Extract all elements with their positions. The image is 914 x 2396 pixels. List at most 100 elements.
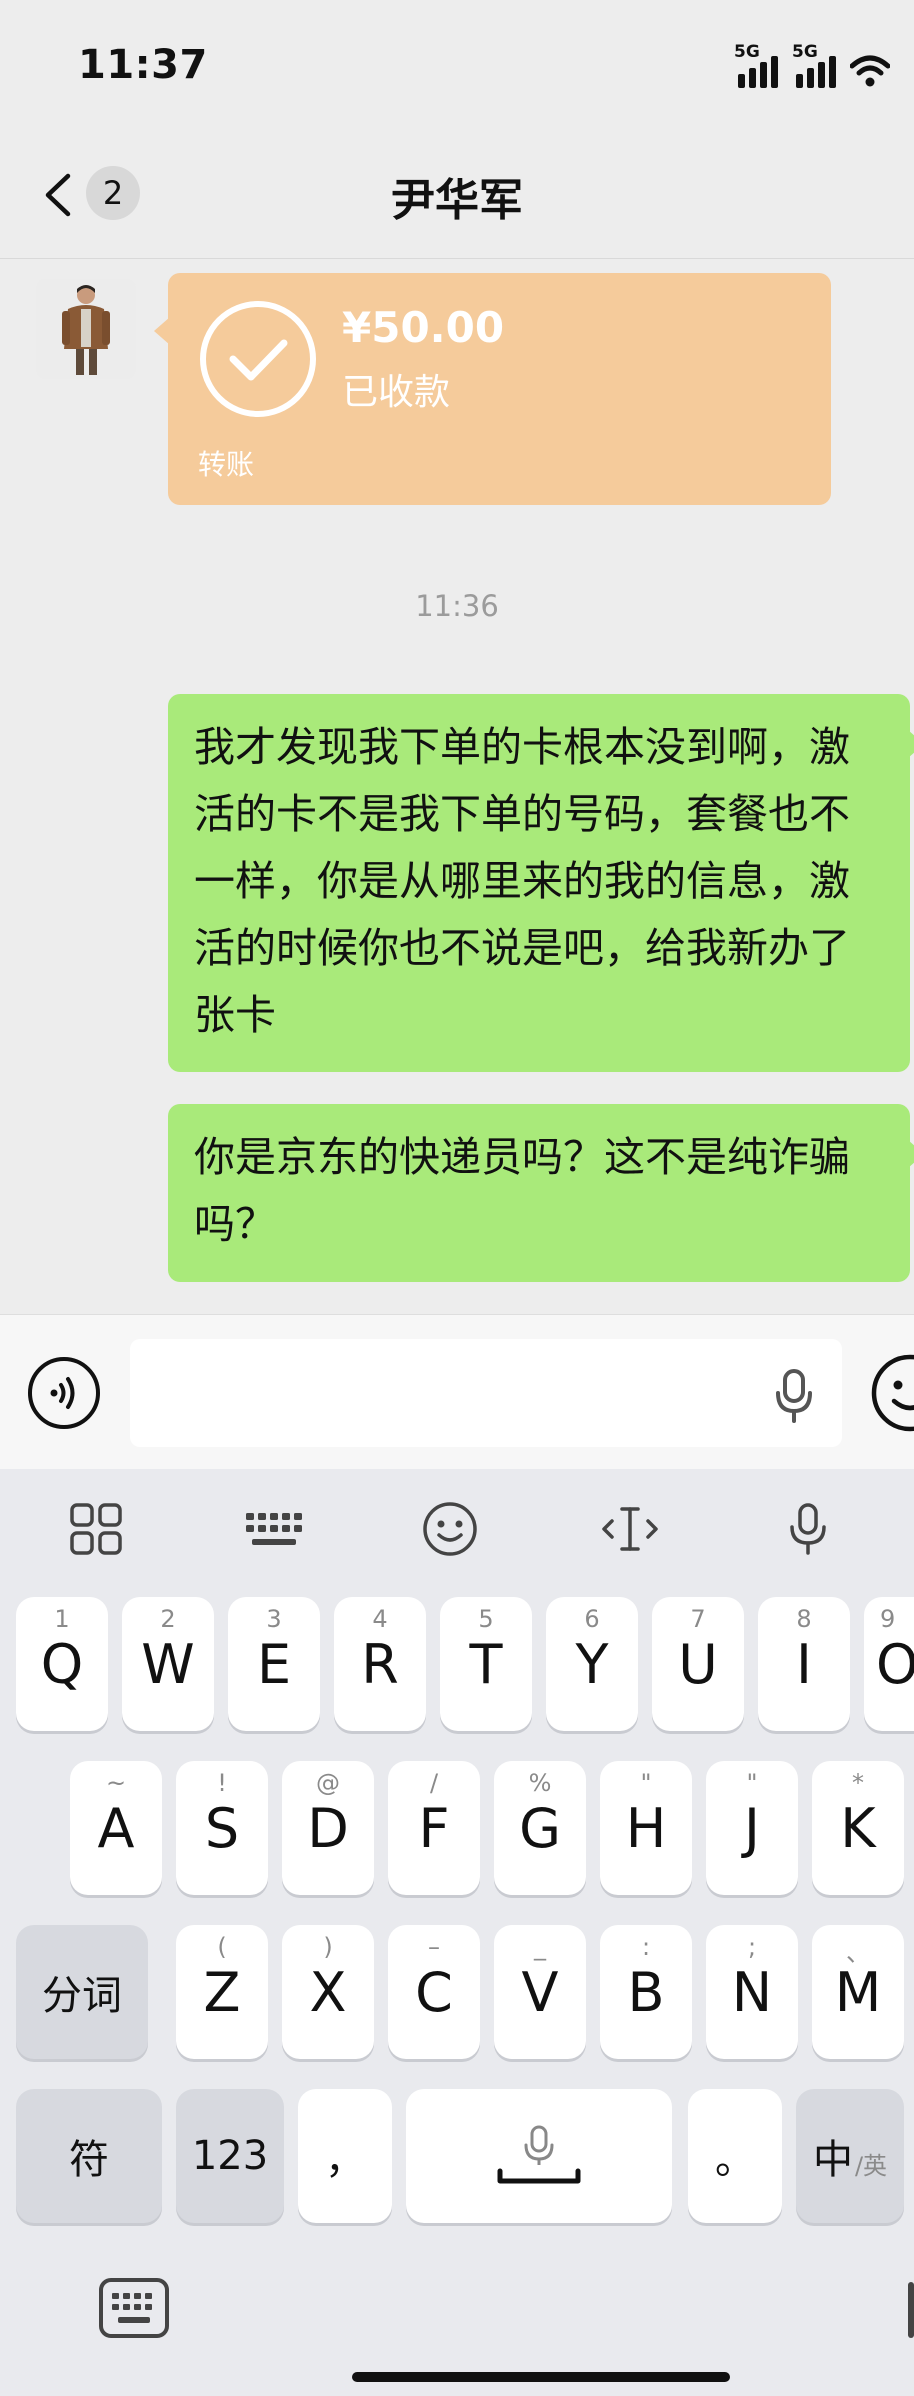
key-hint: _ xyxy=(534,1933,546,1961)
emoji-icon[interactable] xyxy=(868,1351,914,1435)
key-hint: ( xyxy=(217,1933,227,1961)
key-label: O xyxy=(876,1633,914,1696)
key-i[interactable]: 8 I xyxy=(758,1597,850,1731)
key-label: J xyxy=(744,1797,760,1860)
key-x[interactable]: ) X xyxy=(282,1925,374,2059)
key-label: W xyxy=(141,1633,195,1696)
key-label: I xyxy=(796,1633,812,1696)
key-y[interactable]: 6 Y xyxy=(546,1597,638,1731)
avatar-figure-icon xyxy=(36,279,136,379)
chat-title: 尹华军 xyxy=(391,175,523,226)
key-o[interactable]: 9 O xyxy=(864,1597,914,1731)
comma-key[interactable]: ， xyxy=(298,2089,392,2223)
keyboard-hide-icon[interactable] xyxy=(98,2277,170,2339)
key-t[interactable]: 5 T xyxy=(440,1597,532,1731)
space-bar-mic xyxy=(406,2089,672,2223)
sent-message-bubble[interactable]: 你是京东的快递员吗？这不是纯诈骗吗？ xyxy=(168,1104,914,1282)
key-n[interactable]: ; N xyxy=(706,1925,798,2059)
key-label: H xyxy=(625,1797,667,1860)
key-f[interactable]: / F xyxy=(388,1761,480,1895)
key-d[interactable]: @ D xyxy=(282,1761,374,1895)
transfer-amount: ¥50.00 xyxy=(342,303,505,352)
key-hint: * xyxy=(852,1769,864,1797)
key-label: F xyxy=(418,1797,450,1860)
mic-icon xyxy=(497,2125,581,2184)
key-label: Y xyxy=(575,1633,609,1696)
key-label: S xyxy=(204,1797,240,1860)
status-bar: 11:37 5G 5G xyxy=(0,0,914,130)
key-z[interactable]: ( Z xyxy=(176,1925,268,2059)
key-hint: " xyxy=(640,1769,652,1797)
transfer-status: 已收款 xyxy=(342,372,451,413)
key-a[interactable]: ~ A xyxy=(70,1761,162,1895)
message-input-bar xyxy=(0,1314,914,1470)
segment-key[interactable]: 分词 xyxy=(16,1925,148,2059)
keyboard-layout-icon[interactable] xyxy=(244,1499,304,1559)
key-label: U xyxy=(678,1633,718,1696)
key-label: N xyxy=(731,1961,773,2024)
key-label: A xyxy=(97,1797,135,1860)
key-hint: ~ xyxy=(105,1769,127,1797)
space-key[interactable] xyxy=(406,2089,672,2223)
key-label: C xyxy=(415,1961,453,2024)
status-icons: 5G 5G xyxy=(734,42,914,88)
transfer-card[interactable]: ¥50.00 已收款 转账 xyxy=(154,273,831,505)
key-label: T xyxy=(469,1633,503,1696)
contact-avatar[interactable] xyxy=(36,279,136,379)
sent-message-bubble[interactable]: 我才发现我下单的卡根本没到啊，激活的卡不是我下单的号码，套餐也不一样，你是从哪里… xyxy=(168,694,914,1072)
key-label: E xyxy=(256,1633,292,1696)
signal-bars-icon: 5G xyxy=(734,42,778,88)
language-switch-key[interactable]: 中 /英 xyxy=(796,2089,904,2223)
key-hint: – xyxy=(428,1933,440,1961)
key-hint: 1 xyxy=(54,1605,70,1633)
key-w[interactable]: 2 W xyxy=(122,1597,214,1731)
key-u[interactable]: 7 U xyxy=(652,1597,744,1731)
key-k[interactable]: * K xyxy=(812,1761,904,1895)
key-e[interactable]: 3 E xyxy=(228,1597,320,1731)
key-hint: 2 xyxy=(160,1605,176,1633)
key-hint: 4 xyxy=(372,1605,388,1633)
numbers-key[interactable]: 123 xyxy=(176,2089,284,2223)
home-indicator[interactable] xyxy=(352,2372,730,2382)
symbol-key[interactable]: 符 xyxy=(16,2089,162,2223)
key-h[interactable]: " H xyxy=(600,1761,692,1895)
key-m[interactable]: 、 M xyxy=(812,1925,904,2059)
emoji-icon[interactable] xyxy=(420,1499,480,1559)
status-time: 11:37 xyxy=(78,42,208,88)
key-r[interactable]: 4 R xyxy=(334,1597,426,1731)
key-hint: " xyxy=(746,1769,758,1797)
key-b[interactable]: : B xyxy=(600,1925,692,2059)
key-label: D xyxy=(307,1797,349,1860)
key-g[interactable]: % G xyxy=(494,1761,586,1895)
key-hint: 6 xyxy=(584,1605,600,1633)
message-input[interactable] xyxy=(130,1339,842,1447)
key-q[interactable]: 1 Q xyxy=(16,1597,108,1731)
chat-messages[interactable]: ¥50.00 已收款 转账 11:36 我才发现我下单的卡根本没到啊，激活的卡不… xyxy=(0,259,914,1313)
network-type-label: 5G xyxy=(792,42,818,62)
key-label: G xyxy=(519,1797,561,1860)
key-label: V xyxy=(521,1961,559,2024)
key-label: R xyxy=(361,1633,399,1696)
wifi-icon xyxy=(850,55,890,87)
cursor-icon[interactable] xyxy=(600,1499,660,1559)
key-hint: ! xyxy=(217,1769,227,1797)
key-hint: % xyxy=(528,1769,552,1797)
check-circle-icon xyxy=(200,301,316,417)
key-hint: / xyxy=(429,1769,439,1797)
voice-toggle-icon[interactable] xyxy=(26,1355,102,1431)
key-label: 123 xyxy=(191,2133,269,2179)
apps-grid-icon[interactable] xyxy=(66,1499,126,1559)
key-c[interactable]: – C xyxy=(388,1925,480,2059)
key-label: Z xyxy=(203,1961,241,2024)
key-v[interactable]: _ V xyxy=(494,1925,586,2059)
key-label: 。 xyxy=(715,2137,755,2183)
mic-icon[interactable] xyxy=(778,1499,838,1559)
mic-icon[interactable] xyxy=(770,1367,818,1423)
transfer-label: 转账 xyxy=(198,448,255,481)
key-s[interactable]: ! S xyxy=(176,1761,268,1895)
signal-bars-icon: 5G xyxy=(792,42,836,88)
period-key[interactable]: 。 xyxy=(688,2089,782,2223)
key-hint: 3 xyxy=(266,1605,282,1633)
key-j[interactable]: " J xyxy=(706,1761,798,1895)
key-label: 中 xyxy=(812,2137,853,2183)
